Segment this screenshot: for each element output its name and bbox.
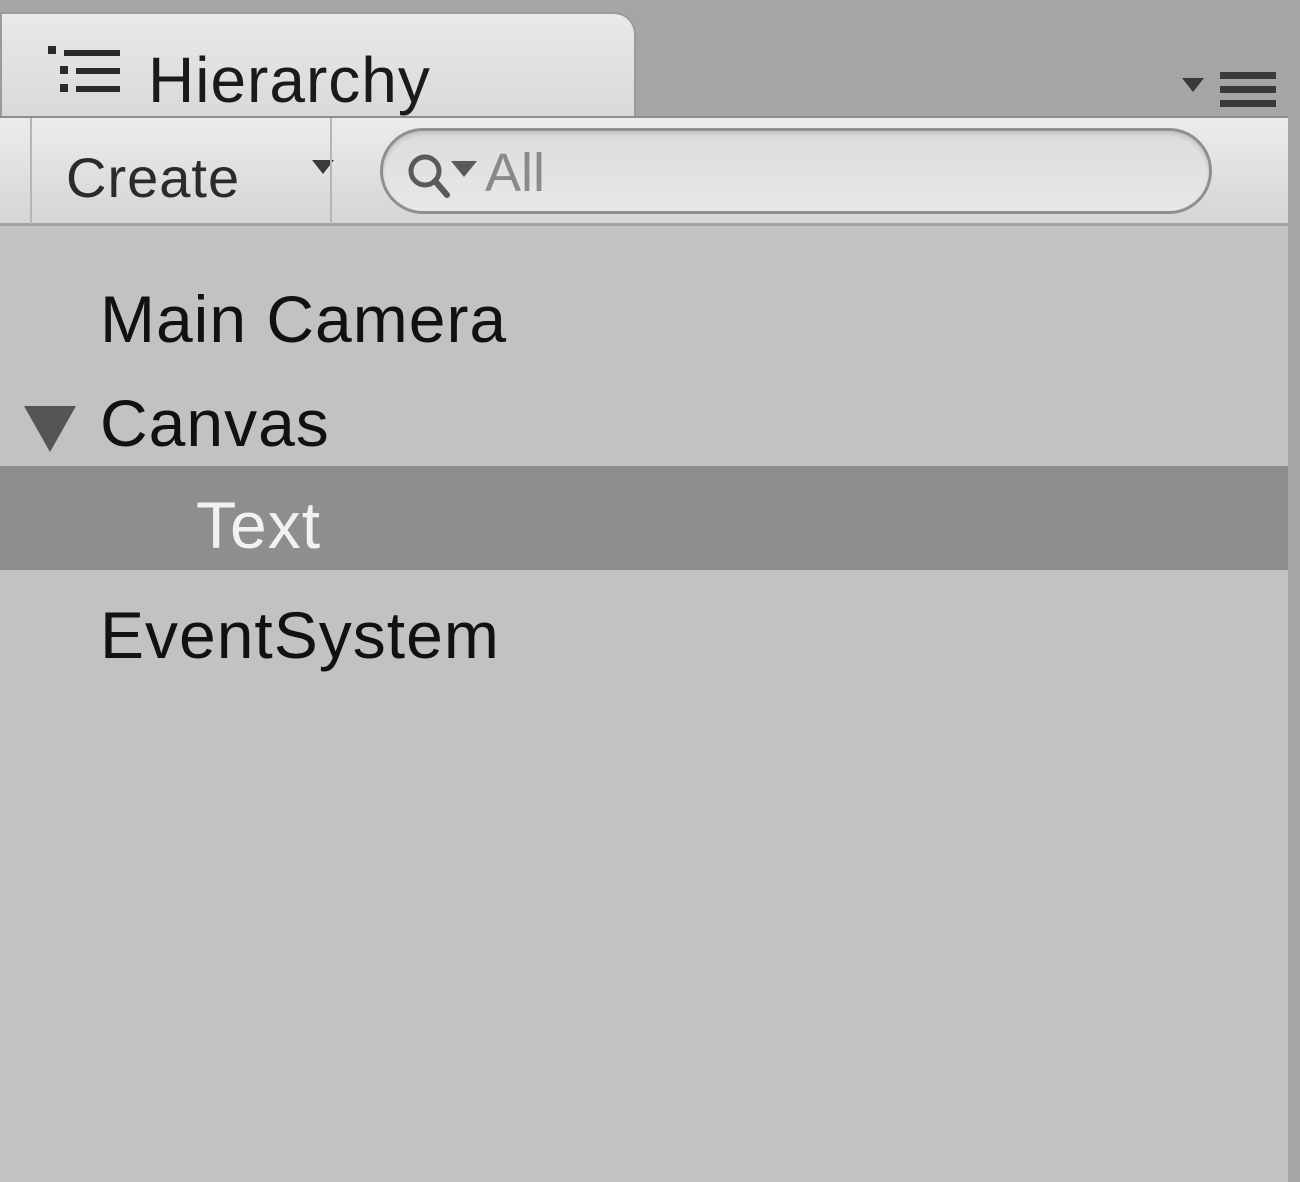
tree-item-eventsystem[interactable]: EventSystem bbox=[0, 582, 1288, 686]
create-button-label: Create bbox=[66, 146, 241, 209]
tree-item-text[interactable]: Text bbox=[0, 466, 1288, 570]
search-filter-icon[interactable] bbox=[405, 149, 487, 201]
dropdown-caret-icon bbox=[312, 160, 334, 174]
panel-title: Hierarchy bbox=[148, 44, 431, 116]
tree-item-label: Main Camera bbox=[100, 282, 508, 356]
tree-item-main-camera[interactable]: Main Camera bbox=[0, 266, 1288, 370]
create-dropdown-button[interactable]: Create bbox=[32, 120, 334, 222]
foldout-expanded-icon[interactable] bbox=[22, 402, 78, 454]
tree-item-canvas[interactable]: Canvas bbox=[0, 370, 1288, 474]
hierarchy-tree[interactable]: Main Camera Canvas Text EventSystem bbox=[0, 226, 1288, 1182]
hierarchy-toolbar: Create bbox=[0, 116, 1296, 226]
tree-item-label: Text bbox=[196, 488, 322, 562]
hierarchy-list-icon bbox=[48, 46, 120, 92]
tree-item-label: EventSystem bbox=[100, 598, 500, 672]
hierarchy-panel: Hierarchy Create Main Camera bbox=[0, 0, 1300, 1182]
panel-options-menu-icon[interactable] bbox=[1180, 68, 1280, 112]
tab-hierarchy[interactable]: Hierarchy bbox=[0, 12, 636, 118]
tree-item-label: Canvas bbox=[100, 386, 330, 460]
search-input[interactable] bbox=[485, 141, 1165, 205]
search-field[interactable] bbox=[380, 128, 1212, 214]
toolbar-divider bbox=[330, 118, 332, 224]
panel-right-border bbox=[1288, 116, 1300, 1182]
